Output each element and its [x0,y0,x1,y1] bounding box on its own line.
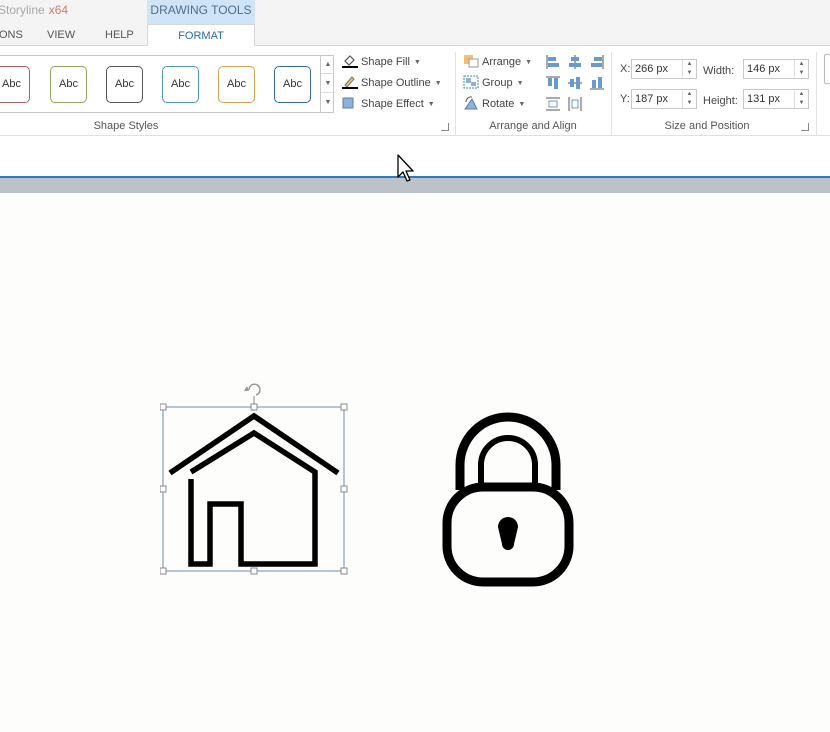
arrange-button[interactable]: Arrange ▼ [463,53,532,71]
paint-bucket-icon [342,54,358,68]
align-middle-icon[interactable] [568,76,582,90]
app-arch: x64 [48,3,69,17]
shape-fill-button[interactable]: Shape Fill ▼ [342,53,421,71]
drawing-tools-context-label: DRAWING TOOLS [147,0,255,24]
y-position-field[interactable]: 187 px ▲ ▼ [631,89,697,109]
width-field[interactable]: 146 px ▲ ▼ [743,59,809,79]
align-bottom-icon[interactable] [590,76,604,90]
pencil-icon [342,75,358,89]
tab-view[interactable]: VIEW [47,24,75,46]
tab-format[interactable]: FORMAT [147,24,255,47]
tab-help[interactable]: HELP [105,24,134,46]
group-icon [463,75,479,89]
overflow-group-icon[interactable] [824,54,830,84]
size-position-dialog-launcher[interactable] [801,123,809,131]
align-left-icon[interactable] [546,55,560,69]
y-label: Y: [620,93,630,105]
gallery-scroll-up-button[interactable]: ▲ [321,55,335,74]
height-label: Height: [703,95,738,107]
x-spinner[interactable]: ▲ ▼ [682,60,696,78]
lock-shape[interactable] [440,410,576,590]
shape-style-2[interactable]: Abc [50,66,87,103]
house-icon[interactable] [159,380,350,576]
arrange-icon [463,54,479,68]
shape-styles-gallery: Abc Abc Abc Abc Abc Abc [0,55,334,113]
x-label: X: [620,63,631,75]
distribute-horizontal-icon[interactable] [568,97,582,111]
ribbon-tabs: ONS VIEW HELP FORMAT [0,24,830,47]
shape-styles-group-label: Shape Styles [93,120,159,132]
title-bar: Storyline x64 DRAWING TOOLS [0,0,830,24]
y-spinner[interactable]: ▲ ▼ [682,90,696,108]
group-divider [816,52,817,136]
distribute-vertical-icon[interactable] [546,97,560,111]
align-top-icon[interactable] [546,76,560,90]
shape-style-1[interactable]: Abc [0,66,30,103]
slide-canvas[interactable] [0,193,830,732]
height-spinner[interactable]: ▲ ▼ [794,90,808,108]
height-field[interactable]: 131 px ▲ ▼ [743,89,809,109]
mouse-cursor-icon [397,154,414,182]
shape-style-5[interactable]: Abc [218,66,255,103]
size-position-group-label: Size and Position [664,120,750,132]
shape-styles-dialog-launcher[interactable] [441,123,449,131]
shape-outline-button[interactable]: Shape Outline ▼ [342,74,442,92]
gallery-more-button[interactable]: ▼ [321,93,335,112]
gallery-scroll-down-button[interactable]: ▼ [321,74,335,93]
app-title: Storyline x64 [0,3,69,17]
rotate-button[interactable]: Rotate ▼ [463,95,525,113]
x-position-field[interactable]: 266 px ▲ ▼ [631,59,697,79]
rotate-icon [463,96,479,110]
shape-style-4[interactable]: Abc [162,66,199,103]
shape-style-6[interactable]: Abc [274,66,311,103]
lock-icon[interactable] [440,410,576,590]
shape-style-3[interactable]: Abc [106,66,143,103]
ribbon-panel: Abc Abc Abc Abc Abc Abc ▲ ▼ ▼ Shape Fill… [0,46,830,136]
tab-options[interactable]: ONS [0,24,23,46]
width-spinner[interactable]: ▲ ▼ [794,60,808,78]
align-center-icon[interactable] [568,55,582,69]
width-label: Width: [703,65,735,77]
group-button[interactable]: Group ▼ [463,74,524,92]
shape-effect-icon [342,96,358,110]
arrange-align-group-label: Arrange and Align [489,120,577,132]
house-shape[interactable] [159,380,350,576]
gallery-scroll: ▲ ▼ ▼ [320,55,335,113]
align-right-icon[interactable] [590,55,604,69]
shape-effect-button[interactable]: Shape Effect ▼ [342,95,435,113]
